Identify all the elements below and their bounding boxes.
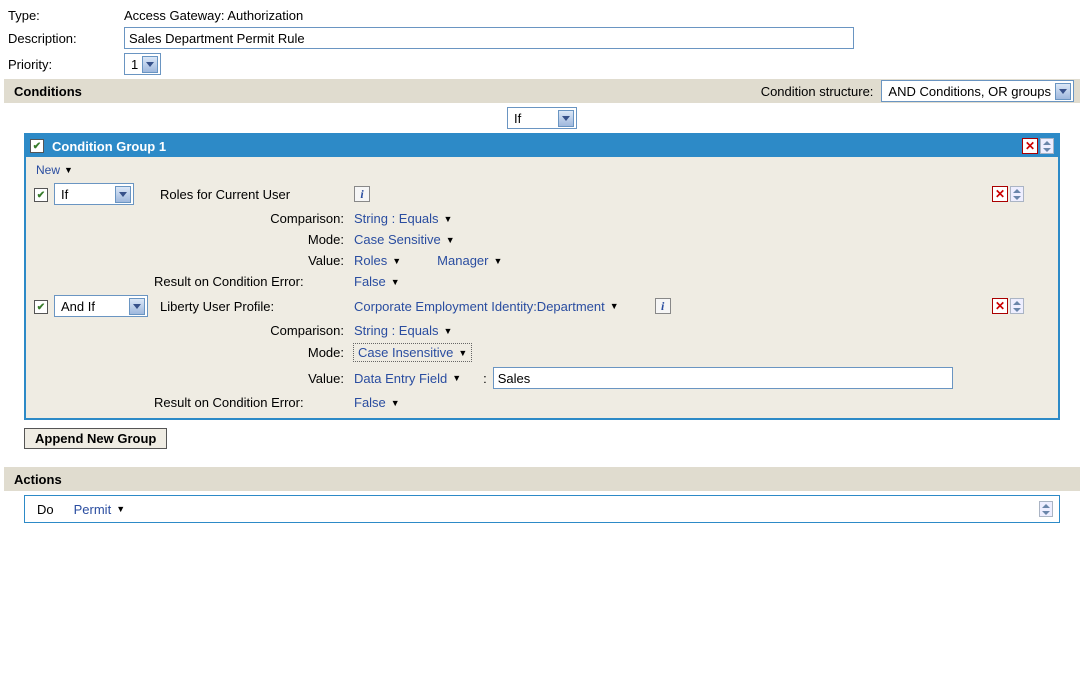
- condition-row: ✔ If Roles for Current User i ✕: [34, 183, 1050, 289]
- description-input[interactable]: [124, 27, 854, 49]
- group-checkbox[interactable]: ✔: [30, 139, 44, 153]
- cond1-mode-value[interactable]: Case Sensitive▼: [354, 232, 455, 247]
- chevron-down-icon: [142, 56, 158, 73]
- condition-structure-label: Condition structure:: [761, 84, 874, 99]
- actions-title: Actions: [14, 472, 62, 487]
- condition-checkbox[interactable]: ✔: [34, 300, 48, 314]
- priority-select[interactable]: 1: [124, 53, 161, 75]
- cond1-comparison-label: Comparison:: [154, 211, 354, 226]
- cond1-mode-label: Mode:: [154, 232, 354, 247]
- reorder-condition-icon[interactable]: [1010, 186, 1024, 202]
- cond2-mode-label: Mode:: [154, 345, 354, 360]
- cond1-value-type[interactable]: Roles▼: [354, 253, 401, 268]
- actions-header: Actions: [4, 467, 1080, 491]
- reorder-condition-icon[interactable]: [1010, 298, 1024, 314]
- priority-select-value: 1: [131, 57, 138, 72]
- info-icon[interactable]: i: [354, 186, 370, 202]
- condition-checkbox[interactable]: ✔: [34, 188, 48, 202]
- chevron-down-icon: [115, 186, 131, 203]
- cond2-operator-select[interactable]: And If: [54, 295, 148, 317]
- priority-label: Priority:: [4, 57, 124, 72]
- append-new-group-button[interactable]: Append New Group: [24, 428, 167, 449]
- cond2-attribute-label: Liberty User Profile:: [160, 299, 274, 314]
- cond2-value-input[interactable]: [493, 367, 953, 389]
- new-condition-label: New: [36, 163, 60, 177]
- cond1-operator-value: If: [61, 187, 111, 202]
- chevron-down-icon: ▼: [64, 165, 73, 175]
- chevron-down-icon: [1055, 83, 1071, 100]
- cond1-error-label: Result on Condition Error:: [154, 274, 354, 289]
- reorder-action-icon[interactable]: [1039, 501, 1053, 517]
- info-icon[interactable]: i: [655, 298, 671, 314]
- reorder-group-icon[interactable]: [1040, 138, 1054, 154]
- cond2-operator-value: And If: [61, 299, 125, 314]
- chevron-down-icon: [558, 110, 574, 127]
- cond2-error-value[interactable]: False▼: [354, 395, 400, 410]
- action-do-value[interactable]: Permit▼: [74, 502, 125, 517]
- action-row: Do Permit▼: [24, 495, 1060, 523]
- cond2-attribute-value[interactable]: Corporate Employment Identity:Department…: [354, 299, 619, 314]
- conditions-header: Conditions Condition structure: AND Cond…: [4, 79, 1080, 103]
- cond1-error-value[interactable]: False▼: [354, 274, 400, 289]
- group-title-text: Condition Group 1: [52, 139, 166, 154]
- cond2-value-type[interactable]: Data Entry Field▼: [354, 371, 461, 386]
- conditions-title: Conditions: [14, 84, 82, 99]
- delete-group-icon[interactable]: ✕: [1022, 138, 1038, 154]
- delete-condition-icon[interactable]: ✕: [992, 298, 1008, 314]
- description-label: Description:: [4, 31, 124, 46]
- chevron-down-icon: [129, 298, 145, 315]
- type-label: Type:: [4, 8, 124, 23]
- condition-row: ✔ And If Liberty User Profile: Corporate…: [34, 295, 1050, 410]
- top-operator-value: If: [514, 111, 554, 126]
- cond1-attribute-label: Roles for Current User: [160, 187, 290, 202]
- cond1-value-label: Value:: [154, 253, 354, 268]
- top-operator-select[interactable]: If: [507, 107, 577, 129]
- cond2-comparison-value[interactable]: String : Equals▼: [354, 323, 452, 338]
- condition-structure-value: AND Conditions, OR groups: [888, 84, 1051, 99]
- condition-structure-select[interactable]: AND Conditions, OR groups: [881, 80, 1074, 102]
- cond2-comparison-label: Comparison:: [154, 323, 354, 338]
- new-condition-menu[interactable]: New ▼: [36, 163, 73, 177]
- cond1-value-value[interactable]: Manager▼: [437, 253, 502, 268]
- action-do-label: Do: [37, 502, 54, 517]
- condition-group: ✔ Condition Group 1 ✕ New ▼ ✔ If: [24, 133, 1060, 420]
- type-value: Access Gateway: Authorization: [124, 8, 303, 23]
- cond1-comparison-value[interactable]: String : Equals▼: [354, 211, 452, 226]
- delete-condition-icon[interactable]: ✕: [992, 186, 1008, 202]
- cond1-operator-select[interactable]: If: [54, 183, 134, 205]
- value-separator: :: [483, 371, 487, 386]
- cond2-mode-value[interactable]: Case Insensitive▼: [354, 344, 471, 361]
- cond2-error-label: Result on Condition Error:: [154, 395, 354, 410]
- cond2-value-label: Value:: [154, 371, 354, 386]
